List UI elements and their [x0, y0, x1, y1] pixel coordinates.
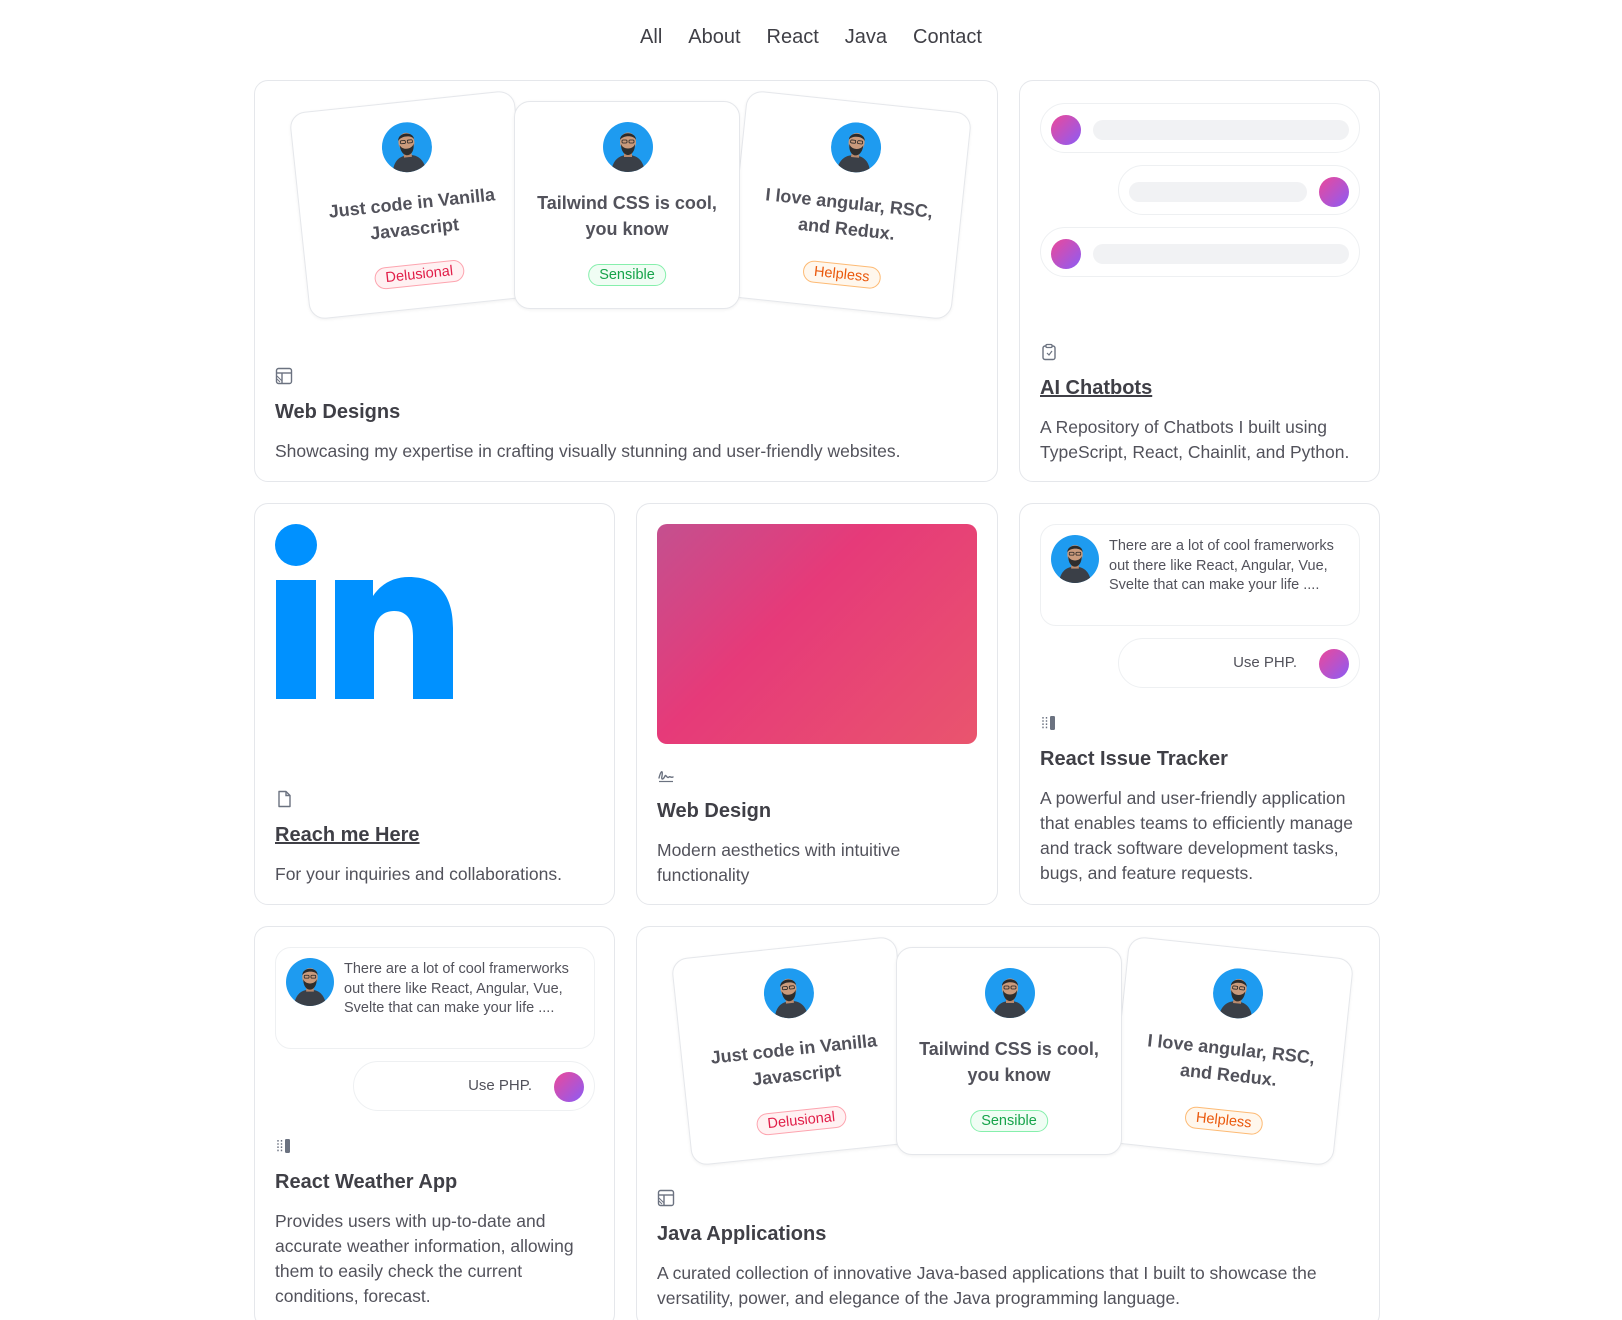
- avatar: [829, 120, 884, 175]
- profile-card-vanilla: Just code in Vanilla Javascript Delusion…: [670, 935, 918, 1167]
- profile-card-tailwind: Tailwind CSS is cool, you know Sensible: [514, 101, 740, 309]
- card-description: For your inquiries and collaborations.: [275, 864, 562, 884]
- badge-delusional: Delusional: [373, 258, 466, 291]
- avatar-dot: [1051, 115, 1081, 145]
- profile-card-text: Just code in Vanilla Javascript: [709, 1030, 878, 1090]
- profile-card-vanilla: Just code in Vanilla Javascript Delusion…: [288, 89, 536, 321]
- chat-message: There are a lot of cool framerworks out …: [275, 947, 595, 1049]
- card-react-issue-tracker[interactable]: There are a lot of cool framerworks out …: [1019, 503, 1380, 905]
- avatar: [1051, 535, 1099, 583]
- profile-card-tailwind: Tailwind CSS is cool, you know Sensible: [896, 947, 1122, 1155]
- avatar-dot: [554, 1072, 584, 1102]
- avatar-dot: [1319, 649, 1349, 679]
- card-description: A powerful and user-friendly application…: [1040, 788, 1353, 883]
- skeleton-bar: [1093, 120, 1349, 140]
- avatar: [1211, 966, 1266, 1021]
- card-title: Java Applications: [657, 1223, 827, 1245]
- nav-all[interactable]: All: [640, 26, 662, 49]
- card-title: React Issue Tracker: [1040, 748, 1228, 770]
- avatar: [379, 120, 434, 175]
- table-layout-icon: [657, 1189, 675, 1207]
- profile-card-angular: I love angular, RSC, and Redux. Helpless: [725, 89, 973, 321]
- avatar-dot: [1051, 239, 1081, 269]
- card-java-applications[interactable]: Just code in Vanilla Javascript Delusion…: [636, 926, 1380, 1320]
- avatar-dot: [1319, 177, 1349, 207]
- side-panel-icon: [1040, 714, 1058, 732]
- card-react-weather-app[interactable]: There are a lot of cool framerworks out …: [254, 926, 615, 1320]
- card-ai-chatbots[interactable]: AI Chatbots A Repository of Chatbots I b…: [1019, 80, 1380, 482]
- card-web-designs[interactable]: Just code in Vanilla Javascript Delusion…: [254, 80, 998, 482]
- message-text: There are a lot of cool framerworks out …: [1109, 538, 1334, 593]
- card-reach-me[interactable]: Reach me Here For your inquiries and col…: [254, 503, 615, 905]
- skeleton-bar: [1129, 182, 1307, 202]
- side-panel-icon: [275, 1137, 293, 1155]
- card-title: Web Design: [657, 800, 772, 822]
- avatar: [603, 122, 653, 172]
- chat-skeleton-row: [1040, 103, 1360, 153]
- card-web-design[interactable]: Web Design Modern aesthetics with intuit…: [636, 503, 998, 905]
- top-nav: All About React Java Contact: [0, 26, 1622, 49]
- chat-reply: Use PHP.: [1118, 638, 1360, 688]
- nav-about[interactable]: About: [688, 26, 740, 49]
- nav-contact[interactable]: Contact: [913, 26, 982, 49]
- profile-card-text: I love angular, RSC, and Redux.: [1146, 1030, 1316, 1090]
- profile-card-text: Just code in Vanilla Javascript: [327, 184, 496, 244]
- linkedin-logo-icon: [275, 524, 453, 699]
- badge-helpless: Helpless: [801, 259, 882, 290]
- chat-skeleton-row: [1118, 165, 1360, 215]
- skeleton-bar: [1093, 244, 1349, 264]
- card-description: Showcasing my expertise in crafting visu…: [275, 441, 901, 461]
- badge-delusional: Delusional: [755, 1104, 848, 1137]
- card-title-link[interactable]: AI Chatbots: [1040, 377, 1152, 400]
- profile-card-text: Tailwind CSS is cool, you know: [919, 1039, 1099, 1085]
- gradient-preview: [657, 524, 977, 744]
- avatar: [985, 968, 1035, 1018]
- nav-react[interactable]: React: [767, 26, 819, 49]
- card-description: A Repository of Chatbots I built using T…: [1040, 417, 1350, 462]
- card-description: A curated collection of innovative Java-…: [657, 1263, 1317, 1308]
- badge-sensible: Sensible: [970, 1110, 1048, 1132]
- chat-reply: Use PHP.: [353, 1061, 595, 1111]
- chat-skeleton-row: [1040, 227, 1360, 277]
- card-title-link[interactable]: Reach me Here: [275, 824, 420, 847]
- reply-text: Use PHP.: [468, 1077, 532, 1094]
- profile-card-angular: I love angular, RSC, and Redux. Helpless: [1107, 935, 1355, 1167]
- avatar: [761, 966, 816, 1021]
- signature-icon: [657, 766, 675, 784]
- file-icon: [275, 790, 293, 808]
- table-layout-icon: [275, 367, 293, 385]
- card-title: Web Designs: [275, 401, 401, 423]
- card-description: Provides users with up-to-date and accur…: [275, 1211, 574, 1306]
- card-description: Modern aesthetics with intuitive functio…: [657, 840, 901, 885]
- clipboard-icon: [1040, 343, 1058, 361]
- card-title: React Weather App: [275, 1171, 458, 1193]
- avatar: [286, 958, 334, 1006]
- profile-card-text: I love angular, RSC, and Redux.: [764, 184, 934, 244]
- reply-text: Use PHP.: [1233, 654, 1297, 671]
- badge-helpless: Helpless: [1183, 1105, 1264, 1136]
- message-text: There are a lot of cool framerworks out …: [344, 961, 569, 1016]
- badge-sensible: Sensible: [588, 264, 666, 286]
- chat-message: There are a lot of cool framerworks out …: [1040, 524, 1360, 626]
- nav-java[interactable]: Java: [845, 26, 887, 49]
- profile-card-text: Tailwind CSS is cool, you know: [537, 193, 717, 239]
